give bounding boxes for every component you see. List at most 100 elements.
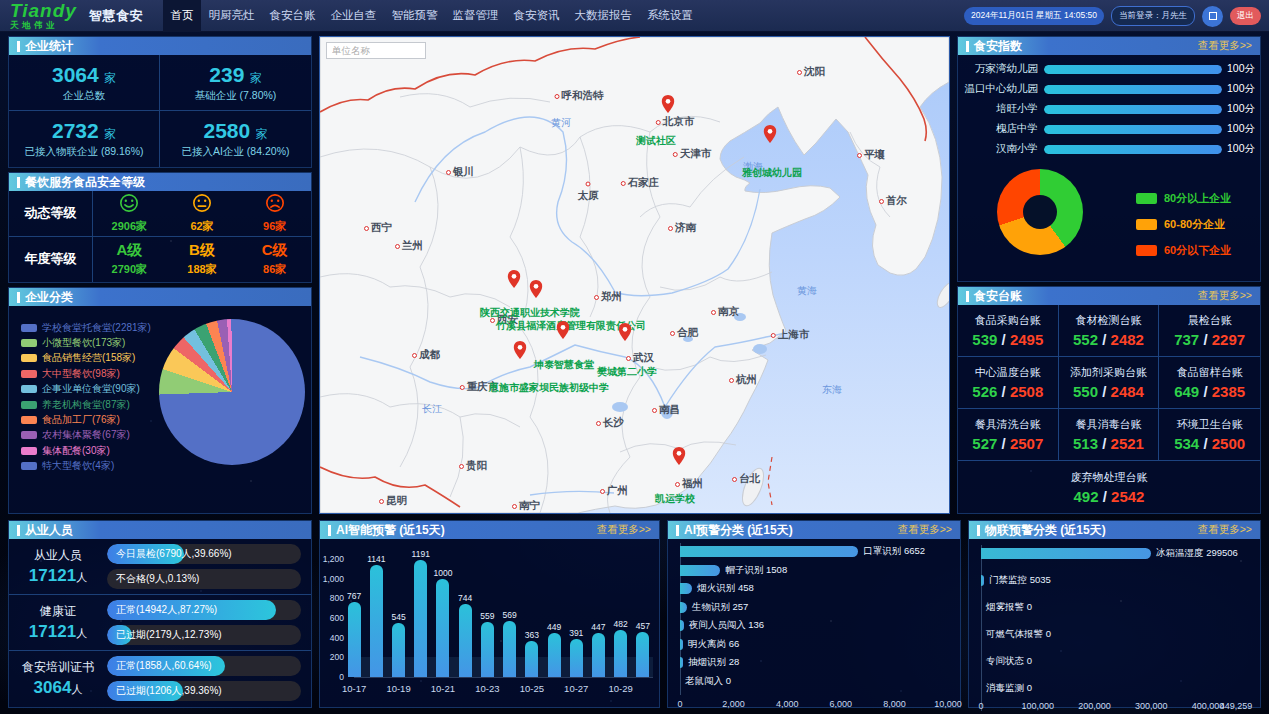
nav-item-企业自查[interactable]: 企业自查 xyxy=(323,0,384,32)
ai-chart-xtick: 10-17 xyxy=(342,683,366,694)
datetime-pill: 2024年11月01日 星期五 14:05:50 xyxy=(964,7,1104,25)
ai-chart-bar xyxy=(348,602,361,677)
panel-food-grade-title: 餐饮服务食品安全等级 xyxy=(9,173,145,191)
ai-category-more-link[interactable]: 查看更多>> xyxy=(898,523,952,537)
ai-chart-bar-value: 1141 xyxy=(367,554,385,564)
category-legend-item[interactable]: 企事业单位食堂(90家) xyxy=(21,382,151,397)
nav-item-明厨亮灶[interactable]: 明厨亮灶 xyxy=(201,0,262,32)
ai-chart-bar xyxy=(436,579,449,677)
city-dot xyxy=(555,94,560,99)
food-index-donut-chart xyxy=(997,169,1083,255)
main-nav: 首页明厨亮灶食安台账企业自查智能预警监督管理食安资讯大数据报告系统设置 xyxy=(163,0,701,32)
logout-button[interactable]: 退出 xyxy=(1230,7,1261,25)
donut-legend-item[interactable]: 60分以下企业 xyxy=(1136,243,1231,258)
dashboard-root: Tiandy 天地伟业 智慧食安 首页明厨亮灶食安台账企业自查智能预警监督管理食… xyxy=(0,0,1269,714)
ledger-more-link[interactable]: 查看更多>> xyxy=(1198,289,1252,303)
hbar-xtick: 8,000 xyxy=(883,699,906,709)
ai-chart-bar xyxy=(392,623,405,677)
ai-chart-bar-value: 767 xyxy=(347,591,361,601)
login-pill: 当前登录：月先生 xyxy=(1111,6,1195,26)
city-dot xyxy=(857,153,862,158)
hbar-xtick: 6,000 xyxy=(830,699,853,709)
staff-bar: 正常(1858人,60.64%) xyxy=(107,656,301,676)
map-pin-label: 凯运学校 xyxy=(655,492,695,506)
ai-chart-xtick: 10-25 xyxy=(520,683,544,694)
staff-row-健康证: 健康证17121人正常(14942人,87.27%)已过期(2179人,12.7… xyxy=(9,595,311,651)
map-pin-陕西交通职业技术学院[interactable] xyxy=(508,270,521,292)
ai-chart-bar xyxy=(414,560,427,677)
hbar-xtick: 4,000 xyxy=(776,699,799,709)
stat-cell: 2580 家已接入AI企业 (84.20%) xyxy=(160,111,311,167)
panel-company-stats-header: 企业统计 xyxy=(9,37,311,55)
map-pin-雅创城幼儿园[interactable] xyxy=(764,125,777,147)
nav-item-系统设置[interactable]: 系统设置 xyxy=(639,0,700,32)
city-dot xyxy=(668,226,673,231)
map-city-郑州: 郑州 xyxy=(594,290,622,304)
city-dot xyxy=(379,499,384,504)
map-city-台北: 台北 xyxy=(732,472,760,486)
panel-map: 呼和浩特沈阳北京市天津市石家庄太原济南银川西宁兰州郑州西安成都重庆市贵阳昆明长沙… xyxy=(319,36,950,514)
panel-company-category-title: 企业分类 xyxy=(9,288,73,306)
ai-warning-more-link[interactable]: 查看更多>> xyxy=(597,523,651,537)
city-dot xyxy=(446,170,451,175)
map-pin-樊城第二小学[interactable] xyxy=(619,323,632,345)
city-dot xyxy=(596,421,601,426)
category-legend-item[interactable]: 农村集体聚餐(67家) xyxy=(21,428,151,443)
city-dot xyxy=(670,331,675,336)
category-legend-item[interactable]: 集体配餐(30家) xyxy=(21,443,151,458)
category-legend-item[interactable]: 养老机构食堂(87家) xyxy=(21,397,151,412)
panel-ai-warning: AI智能预警 (近15天) 查看更多>> 02004006008001,0001… xyxy=(319,520,660,708)
grade-item: 2906家 xyxy=(93,191,166,236)
city-dot xyxy=(729,378,734,383)
city-dot xyxy=(626,356,631,361)
grade-row: 年度等级A级2790家B级188家C级86家 xyxy=(9,237,311,283)
map-city-福州: 福州 xyxy=(675,477,703,491)
nav-item-首页[interactable]: 首页 xyxy=(163,0,201,32)
ledger-cell-食品留样台账: 食品留样台账649 / 2385 xyxy=(1159,357,1260,409)
category-legend-item[interactable]: 食品加工厂(76家) xyxy=(21,412,151,427)
ai-chart-xtick: 10-23 xyxy=(475,683,499,694)
hbar-row-生物识别: 生物识别 257 xyxy=(680,602,956,613)
nav-item-大数据报告[interactable]: 大数据报告 xyxy=(567,0,640,32)
staff-row-食安培训证书: 食安培训证书3064人正常(1858人,60.64%)已过期(1206人,39.… xyxy=(9,651,311,707)
category-legend-item[interactable]: 学校食堂托食堂(2281家) xyxy=(21,320,151,335)
panel-iot-category: 物联预警分类 (近15天) 查看更多>> 冰箱温湿度 299506门禁监控 50… xyxy=(968,520,1261,708)
ai-chart-xtick: 10-29 xyxy=(609,683,633,694)
panel-ai-category-header: AI预警分类 (近15天) 查看更多>> xyxy=(668,521,960,539)
ai-chart-bar xyxy=(614,630,627,677)
map-pin-凯运学校[interactable] xyxy=(673,447,686,469)
category-legend-item[interactable]: 小微型餐饮(173家) xyxy=(21,335,151,350)
map-pin-label: 陕西交通职业技术学院 xyxy=(480,306,580,320)
city-dot xyxy=(656,120,661,125)
food-index-more-link[interactable]: 查看更多>> xyxy=(1198,39,1252,53)
map-city-石家庄: 石家庄 xyxy=(621,176,660,190)
nav-item-监督管理[interactable]: 监督管理 xyxy=(445,0,506,32)
stat-cell: 2732 家已接入物联企业 (89.16%) xyxy=(9,111,160,167)
category-legend-item[interactable]: 大中型餐饮(98家) xyxy=(21,366,151,381)
nav-item-食安资讯[interactable]: 食安资讯 xyxy=(506,0,567,32)
fullscreen-button[interactable] xyxy=(1202,6,1223,27)
map-city-首尔: 首尔 xyxy=(879,194,907,208)
map-pin-恩施市盛家坝民族初级中学[interactable] xyxy=(514,341,527,363)
category-legend-item[interactable]: 食品销售经营(158家) xyxy=(21,351,151,366)
map-pin-竹溪县福泽酒店管理有限责任公司[interactable] xyxy=(530,280,543,302)
company-category-pie-chart xyxy=(159,319,305,465)
hbar-row-门禁监控: 门禁监控 5035 xyxy=(981,575,1256,586)
hbar-row-夜间人员闯入: 夜间人员闯入 136 xyxy=(680,620,956,631)
donut-legend-item[interactable]: 60-80分企业 xyxy=(1136,217,1231,232)
map-search-input[interactable] xyxy=(326,42,426,59)
map-city-南昌: 南昌 xyxy=(652,403,680,417)
panel-company-category: 企业分类 学校食堂托食堂(2281家)小微型餐饮(173家)食品销售经营(158… xyxy=(8,287,312,514)
iot-category-more-link[interactable]: 查看更多>> xyxy=(1198,523,1252,537)
panel-company-stats-title: 企业统计 xyxy=(9,37,73,55)
staff-bar: 今日晨检(6790人,39.66%) xyxy=(107,544,301,564)
map-geo-label-黄河: 黄河 xyxy=(551,116,571,130)
hbar-xtick: 2,000 xyxy=(722,699,745,709)
ai-chart-bar-value: 363 xyxy=(525,630,539,640)
nav-item-智能预警[interactable]: 智能预警 xyxy=(384,0,445,32)
category-legend-item[interactable]: 特大型餐饮(4家) xyxy=(21,459,151,474)
nav-item-食安台账[interactable]: 食安台账 xyxy=(262,0,323,32)
donut-legend-item[interactable]: 80分以上企业 xyxy=(1136,191,1231,206)
map-pin-坤泰智慧食堂[interactable] xyxy=(557,321,570,343)
map-pin-测试社区[interactable] xyxy=(662,95,675,117)
